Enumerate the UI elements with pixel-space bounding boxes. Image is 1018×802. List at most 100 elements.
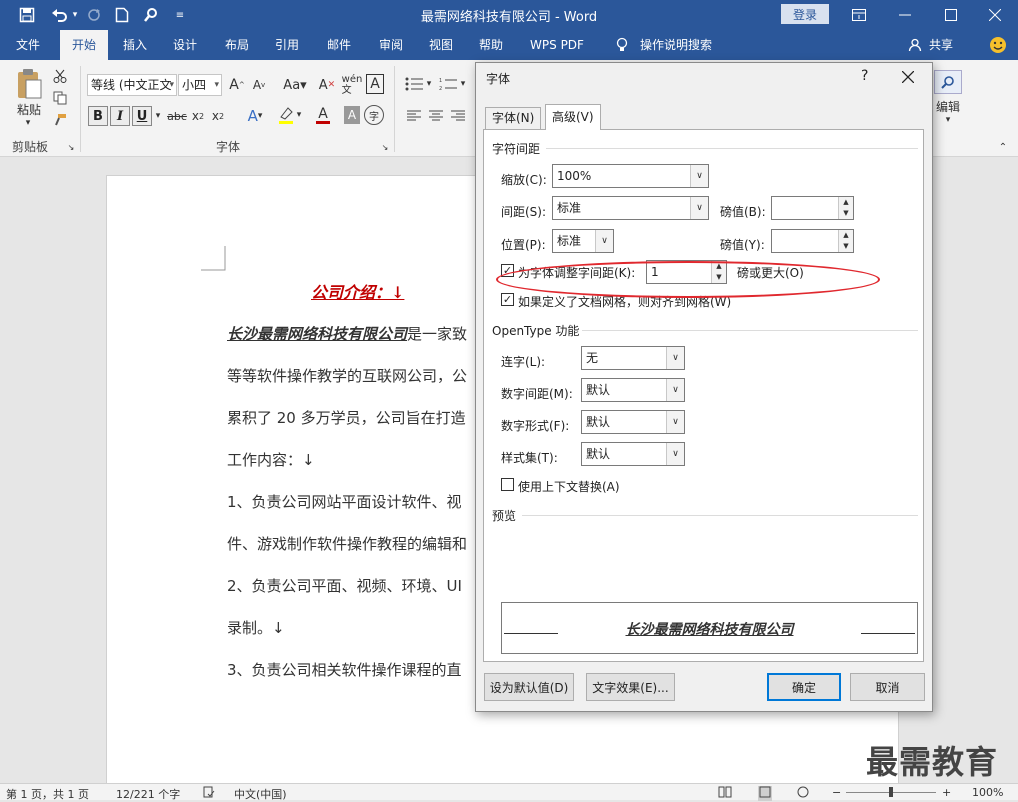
tab-layout[interactable]: 布局 [216,30,258,60]
tab-view[interactable]: 视图 [420,30,462,60]
numbering-icon[interactable]: 1 2 ▾ [436,74,468,94]
find-icon[interactable] [139,4,163,26]
tell-me-search[interactable]: 操作说明搜索 [636,30,716,60]
strikethrough-icon[interactable]: abc [166,106,188,126]
spin-up-icon[interactable]: ▲ [839,197,853,208]
ligatures-dropdown[interactable]: 无 ∨ [581,346,685,370]
save-icon[interactable] [15,4,39,26]
font-size-combo[interactable]: 小四 ▾ [178,74,222,96]
font-color-icon[interactable]: A [308,104,338,126]
enclose-characters-icon[interactable]: 字 [364,105,384,125]
tab-references[interactable]: 引用 [266,30,308,60]
editing-dropdown-icon[interactable]: ▾ [942,115,954,125]
shrink-font-icon[interactable]: Av [250,74,268,96]
collapse-ribbon-icon[interactable]: ⌃ [996,142,1010,153]
customize-toolbar-icon[interactable]: ≡ [168,4,192,26]
cut-icon[interactable] [50,66,70,86]
format-painter-icon[interactable] [50,110,70,130]
clipboard-launcher-icon[interactable]: ↘ [66,142,76,152]
new-document-icon[interactable] [110,4,134,26]
title-bar: ▾ ≡ 最需网络科技有限公司 - Word 登录 [0,0,1018,30]
stylistic-sets-dropdown[interactable]: 默认 ∨ [581,442,685,466]
maximize-icon[interactable] [928,0,974,30]
zoom-out-icon[interactable]: − [832,786,841,799]
underline-button[interactable]: U [132,106,152,126]
font-name-combo[interactable]: 等线 (中文正文 ▾ [87,74,177,96]
number-spacing-dropdown[interactable]: 默认 ∨ [581,378,685,402]
margin-corner-mark [201,246,226,271]
spin-down-icon[interactable]: ▼ [839,208,853,219]
web-layout-icon[interactable] [796,786,810,801]
align-left-icon[interactable] [404,106,424,126]
spacing-dropdown[interactable]: 标准 ∨ [552,196,709,220]
zoom-slider-thumb[interactable] [889,787,893,797]
underline-dropdown-icon[interactable]: ▾ [153,108,163,124]
share-button[interactable]: 共享 [924,30,958,60]
font-dialog-launcher-icon[interactable]: ↘ [380,142,390,152]
tab-font[interactable]: 字体(N) [485,107,542,129]
grow-font-icon[interactable]: A ^ [228,74,246,96]
spin-down-icon[interactable]: ▼ [839,241,853,252]
redo-icon[interactable] [82,4,106,26]
contextual-alternates-checkbox[interactable] [501,478,514,491]
undo-dropdown-icon[interactable]: ▾ [68,4,82,26]
ok-button[interactable]: 确定 [767,673,841,701]
position-label: 位置(P): [501,238,546,252]
proofing-icon[interactable] [203,786,215,801]
ribbon-display-options-icon[interactable] [836,0,882,30]
character-shading-icon[interactable]: A [344,106,360,124]
set-as-default-button[interactable]: 设为默认值(D) [484,673,574,701]
number-forms-dropdown[interactable]: 默认 ∨ [581,410,685,434]
tab-insert[interactable]: 插入 [114,30,156,60]
tab-wps-pdf[interactable]: WPS PDF [524,30,590,60]
print-layout-icon[interactable] [758,786,772,801]
paste-icon[interactable] [14,66,44,102]
minimize-icon[interactable] [882,0,928,30]
tab-file[interactable]: 文件 [6,30,50,60]
change-case-icon[interactable]: Aa▾ [280,74,310,96]
bullets-icon[interactable]: ▾ [402,74,434,94]
tab-advanced[interactable]: 高级(V) [545,104,601,130]
highlight-color-icon[interactable]: ▾ [274,104,304,126]
superscript-icon[interactable]: x2 [209,106,227,126]
subscript-icon[interactable]: x2 [189,106,207,126]
character-border-icon[interactable]: A [366,74,384,94]
tab-mailings[interactable]: 邮件 [318,30,360,60]
close-icon[interactable] [901,65,915,88]
find-search-icon[interactable] [934,70,962,94]
align-right-icon[interactable] [448,106,468,126]
font-size-value: 小四 [182,78,207,92]
paste-dropdown-icon[interactable]: ▾ [20,117,36,129]
tab-design[interactable]: 设计 [164,30,206,60]
scale-dropdown[interactable]: 100% ∨ [552,164,709,188]
tab-review[interactable]: 审阅 [370,30,412,60]
cancel-button[interactable]: 取消 [850,673,925,701]
watermark-logo: 最需教育 [866,743,999,781]
spacing-by-spinner[interactable]: ▲ ▼ [771,196,854,220]
editing-label[interactable]: 编辑 [932,98,964,114]
text-effects-icon[interactable]: A ▾ [240,106,270,126]
read-mode-icon[interactable] [718,786,732,801]
phonetic-guide-icon[interactable]: wén 文 [342,72,363,98]
position-dropdown[interactable]: 标准 ∨ [552,229,614,253]
paste-label[interactable]: 粘贴 [12,101,46,117]
clear-formatting-icon[interactable]: A ✕ [318,74,336,96]
spin-up-icon[interactable]: ▲ [839,230,853,241]
stylistic-sets-value: 默认 [586,447,611,461]
position-by-spinner[interactable]: ▲ ▼ [771,229,854,253]
text-effects-button[interactable]: 文字效果(E)... [586,673,675,701]
tab-home[interactable]: 开始 [60,30,108,60]
snap-to-grid-checkbox[interactable]: ✓ [501,293,514,306]
login-button[interactable]: 登录 [781,4,829,24]
zoom-in-icon[interactable]: + [942,786,951,799]
help-icon[interactable]: ? [861,68,868,84]
bold-button[interactable]: B [88,106,108,126]
copy-icon[interactable] [50,88,70,108]
zoom-level[interactable]: 100% [972,786,1003,799]
align-center-icon[interactable] [426,106,446,126]
document-line: 录制。↓ [227,619,285,637]
close-window-icon[interactable] [972,0,1018,30]
italic-button[interactable]: I [110,106,130,126]
tab-help[interactable]: 帮助 [470,30,512,60]
smiley-feedback-icon[interactable] [986,30,1010,60]
